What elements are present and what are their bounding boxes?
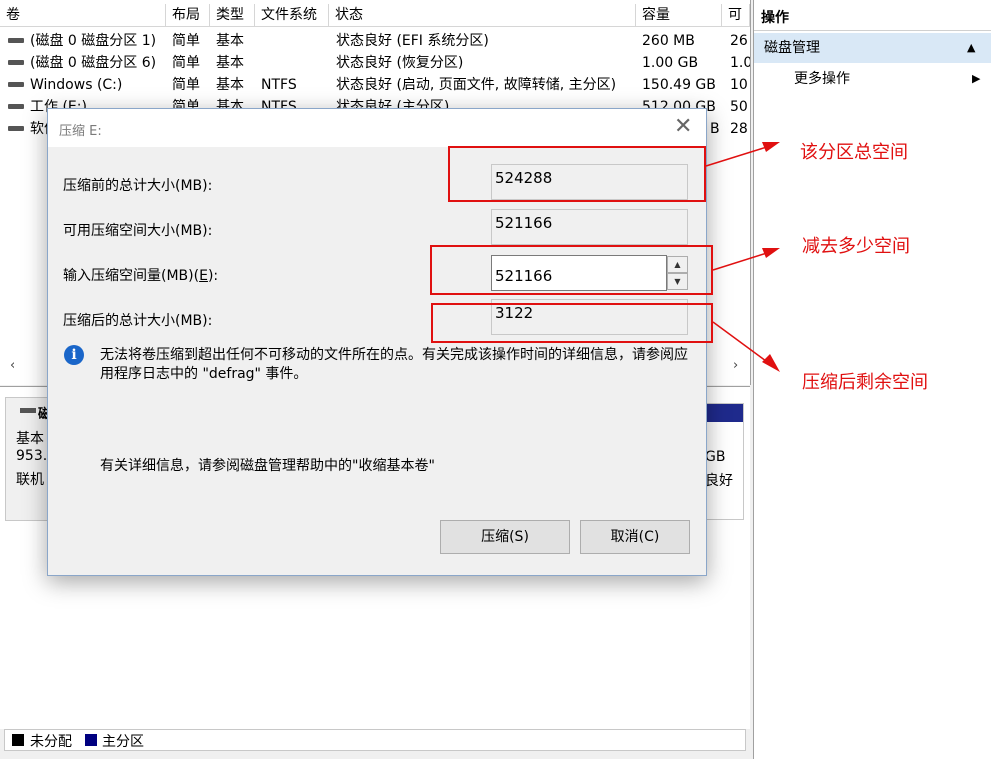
annotation-remaining-space: 压缩后剩余空间	[802, 372, 928, 393]
arrow-after-line	[712, 321, 771, 365]
arrow-total-line	[705, 145, 771, 167]
annotation-total-space: 该分区总空间	[800, 142, 908, 163]
arrow-total-head	[762, 142, 780, 152]
arrow-after-head	[762, 354, 780, 372]
annotation-reduce-space: 减去多少空间	[802, 236, 910, 257]
arrow-input-head	[762, 248, 780, 258]
arrow-input-line	[712, 251, 771, 271]
